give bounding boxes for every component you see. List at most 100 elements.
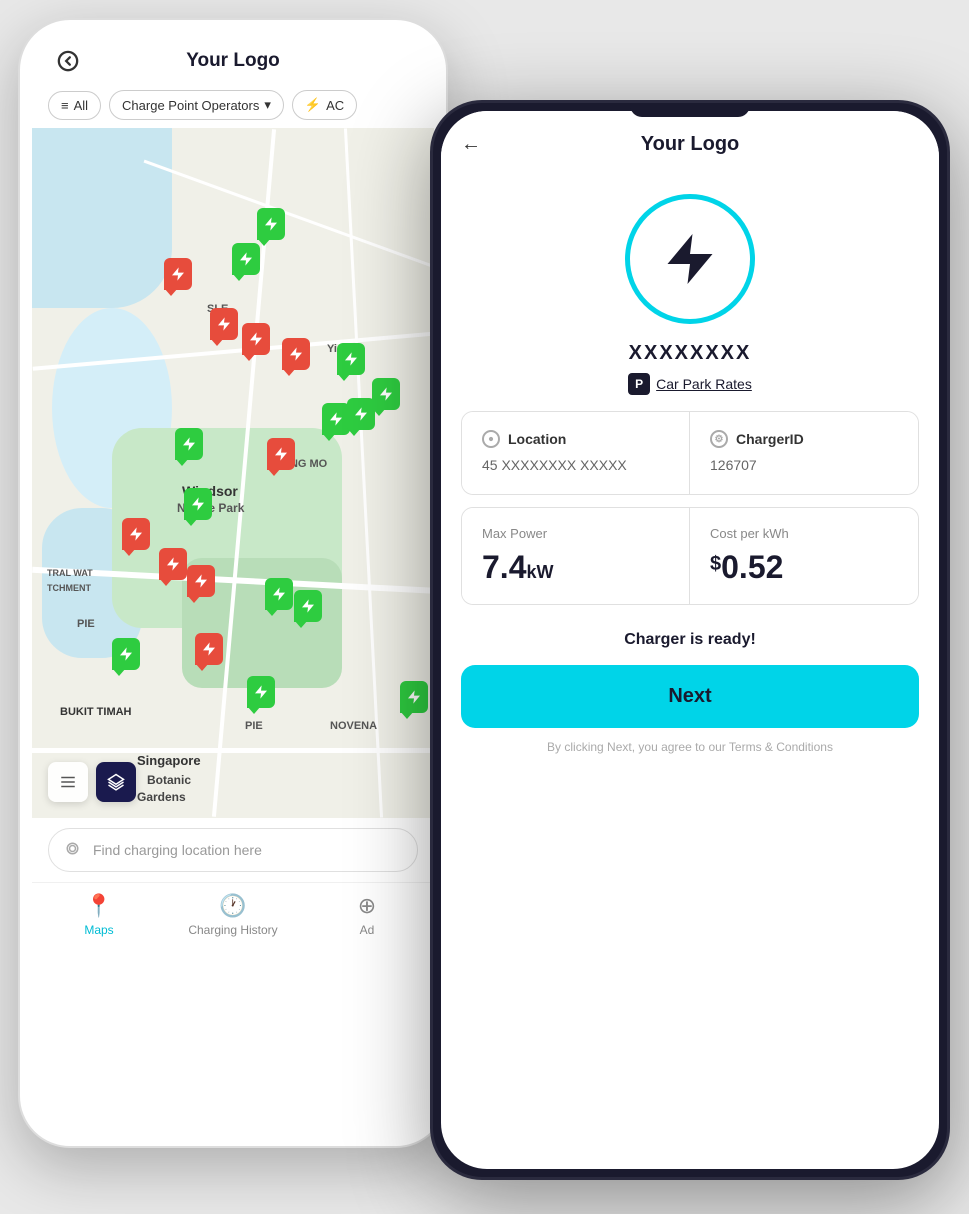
parking-p-icon: P	[628, 373, 650, 395]
map-label-bukit: BUKIT TIMAH	[60, 706, 132, 718]
charger-icon-section	[441, 170, 939, 342]
map-label-gardens: Gardens	[137, 790, 186, 804]
marker-green-1[interactable]	[257, 208, 285, 240]
phone2-notch	[630, 103, 750, 117]
cost-cell: Cost per kWh $0.52	[690, 508, 918, 604]
power-card: Max Power 7.4kW Cost per kWh $0.52	[461, 507, 919, 605]
marker-red-9[interactable]	[195, 633, 223, 665]
cost-value: $0.52	[710, 549, 898, 586]
filter-icon: ≡	[61, 98, 69, 113]
charger-ready-status: Charger is ready!	[441, 621, 939, 665]
search-section: Find charging location here	[32, 818, 434, 882]
max-power-number: 7.4	[482, 549, 526, 585]
marker-green-13[interactable]	[400, 681, 428, 713]
car-park-rates-link: Car Park Rates	[656, 376, 752, 392]
map-label-tral: TRAL WAT	[47, 568, 93, 578]
nav-ad-label: Ad	[360, 923, 375, 937]
marker-green-7[interactable]	[175, 428, 203, 460]
charger-id-display: XXXXXXXX	[461, 342, 919, 365]
map-view[interactable]: SLE Yio Ch ANG MO TRAL WAT TCHMENT PIE W…	[32, 128, 434, 818]
charger-circle	[625, 194, 755, 324]
next-button-wrapper: Next	[441, 665, 939, 740]
ac-filter-icon: ⚡	[305, 97, 321, 113]
marker-red-8[interactable]	[187, 565, 215, 597]
phone2-back-button[interactable]: ←	[461, 133, 481, 156]
road-5	[344, 128, 383, 817]
marker-red-6[interactable]	[122, 518, 150, 550]
chargerid-card: ⚙ ChargerID 126707	[690, 412, 918, 494]
nav-additional[interactable]: ⊕ Ad	[300, 893, 434, 937]
map-label-singapore: Singapore	[137, 753, 201, 768]
info-cards: Location 45 XXXXXXXX XXXXX ⚙ ChargerID 1…	[461, 411, 919, 495]
marker-red-5[interactable]	[267, 438, 295, 470]
more-icon: ⊕	[358, 893, 376, 919]
location-label: Location	[482, 430, 669, 448]
phone1-screen: Your Logo ≡ All Charge Point Operators ▾…	[32, 32, 434, 1134]
cpo-filter-label: Charge Point Operators	[122, 98, 259, 113]
marker-red-1[interactable]	[164, 258, 192, 290]
chargerid-label: ⚙ ChargerID	[710, 430, 898, 448]
phone1-back-button[interactable]	[52, 45, 84, 77]
charger-id-section: XXXXXXXX P Car Park Rates	[441, 342, 939, 411]
cost-number: 0.52	[721, 549, 783, 585]
location-label-text: Location	[508, 431, 566, 447]
phone1-device: Your Logo ≡ All Charge Point Operators ▾…	[18, 18, 448, 1148]
filter-all-label: All	[74, 98, 88, 113]
search-placeholder: Find charging location here	[93, 842, 262, 858]
phone1-header: Your Logo	[32, 32, 434, 82]
list-view-button[interactable]	[48, 762, 88, 802]
marker-green-10[interactable]	[294, 590, 322, 622]
marker-red-3[interactable]	[242, 323, 270, 355]
filter-all[interactable]: ≡ All	[48, 91, 101, 120]
filter-bar: ≡ All Charge Point Operators ▾ ⚡ AC	[32, 82, 434, 128]
layers-button[interactable]	[96, 762, 136, 802]
bolt-icon	[660, 229, 720, 289]
marker-green-4[interactable]	[372, 378, 400, 410]
marker-green-9[interactable]	[265, 578, 293, 610]
marker-red-7[interactable]	[159, 548, 187, 580]
phone1-title: Your Logo	[186, 50, 280, 72]
max-power-value: 7.4kW	[482, 549, 669, 586]
chevron-down-icon: ▾	[264, 97, 271, 113]
marker-green-11[interactable]	[112, 638, 140, 670]
car-park-rates-badge[interactable]: P Car Park Rates	[628, 373, 752, 395]
water-body-1	[32, 128, 172, 308]
max-power-label: Max Power	[482, 526, 669, 541]
terms-conditions-text: By clicking Next, you agree to our Terms…	[441, 740, 939, 774]
nav-charging-history[interactable]: 🕐 Charging History	[166, 893, 300, 937]
max-power-unit: kW	[526, 562, 553, 582]
location-icon	[482, 430, 500, 448]
map-label-novena: NOVENA	[330, 720, 377, 732]
road-3	[32, 748, 434, 753]
dollar-sign: $	[710, 553, 721, 576]
next-button[interactable]: Next	[461, 665, 919, 728]
nav-history-label: Charging History	[188, 923, 277, 937]
location-value: 45 XXXXXXXX XXXXX	[482, 456, 669, 476]
marker-green-3[interactable]	[337, 343, 365, 375]
marker-red-2[interactable]	[210, 308, 238, 340]
marker-green-2[interactable]	[232, 243, 260, 275]
chargerid-value: 126707	[710, 456, 898, 476]
filter-ac[interactable]: ⚡ AC	[292, 90, 357, 120]
phone2-device: ← Your Logo XXXXXXXX P Car Park Rates	[430, 100, 950, 1180]
nav-maps-label: Maps	[84, 923, 113, 937]
marker-green-12[interactable]	[247, 676, 275, 708]
maps-icon: 📍	[85, 893, 112, 919]
marker-green-8[interactable]	[184, 488, 212, 520]
marker-red-4[interactable]	[282, 338, 310, 370]
cost-label: Cost per kWh	[710, 526, 898, 541]
map-label-pie2: PIE	[245, 720, 263, 732]
nav-maps[interactable]: 📍 Maps	[32, 893, 166, 937]
map-controls	[48, 762, 136, 802]
phone2-title: Your Logo	[641, 133, 740, 156]
marker-green-5[interactable]	[322, 403, 350, 435]
map-label-botanic: Botanic	[147, 773, 191, 787]
filter-cpo[interactable]: Charge Point Operators ▾	[109, 90, 284, 120]
search-bar[interactable]: Find charging location here	[48, 828, 418, 872]
max-power-cell: Max Power 7.4kW	[462, 508, 690, 604]
bottom-navigation: 📍 Maps 🕐 Charging History ⊕ Ad	[32, 882, 434, 953]
phone2-header: ← Your Logo	[441, 111, 939, 170]
map-label-tchment: TCHMENT	[47, 583, 91, 593]
marker-green-6[interactable]	[347, 398, 375, 430]
map-label-pie1: PIE	[77, 618, 95, 630]
